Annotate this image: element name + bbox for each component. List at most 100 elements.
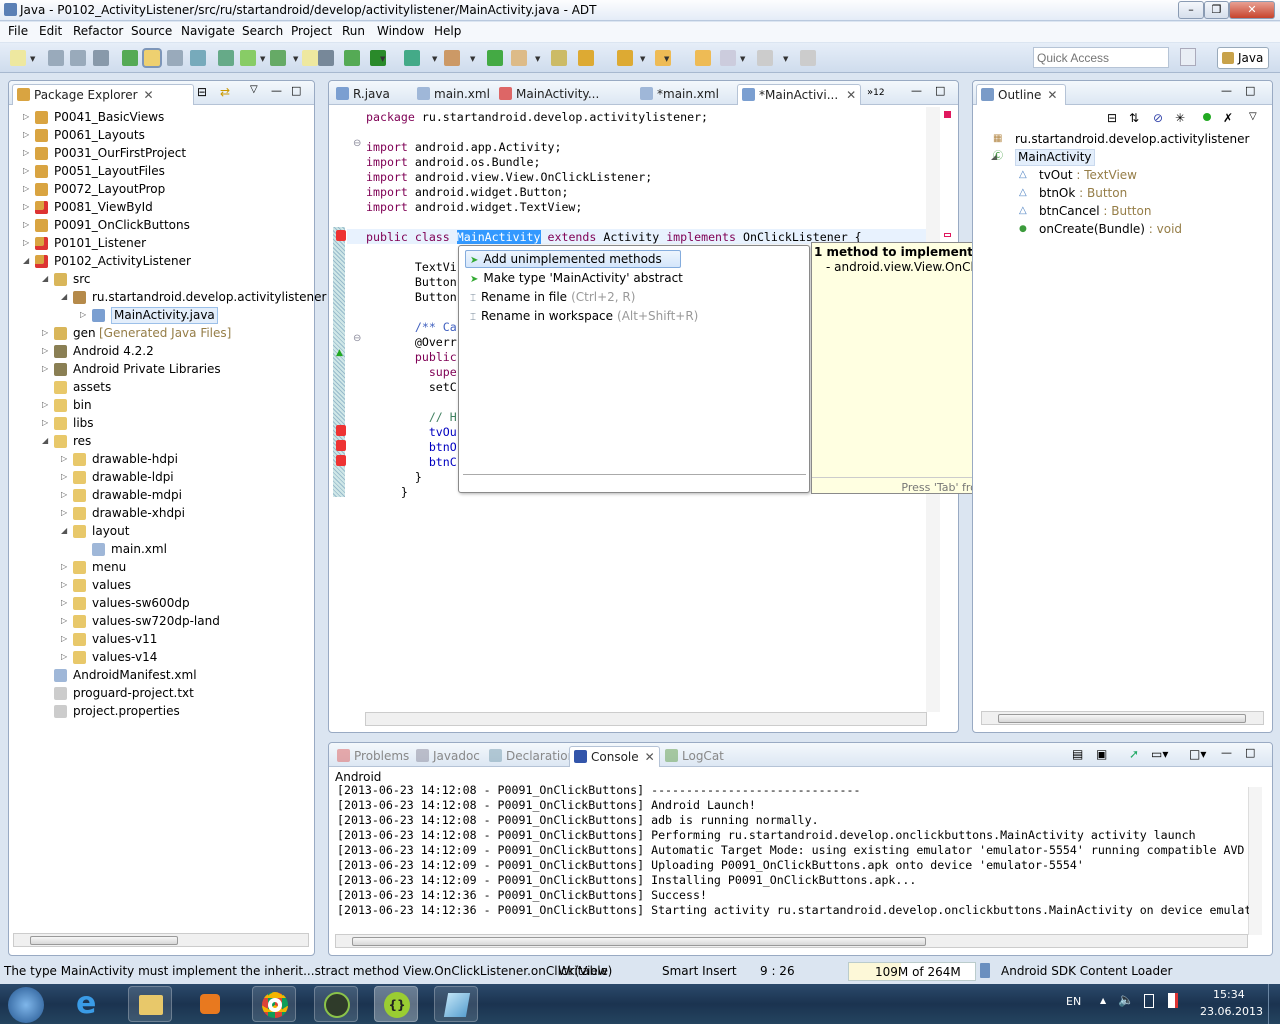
dropdown-arrow-icon[interactable]: ▼ <box>380 55 385 63</box>
menu-help[interactable]: Help <box>434 24 461 38</box>
clear-console-icon[interactable]: ▤ <box>1072 747 1083 761</box>
scroll-thumb[interactable] <box>30 936 178 945</box>
tab-overflow-button[interactable]: »12 <box>867 87 885 98</box>
menu-search[interactable]: Search <box>242 24 283 38</box>
menu-window[interactable]: Window <box>377 24 424 38</box>
open-perspective-button[interactable] <box>1180 48 1196 66</box>
hide-fields-icon[interactable]: ⊘ <box>1153 111 1163 125</box>
tree-item[interactable]: ▷ P0101_Listener <box>9 234 309 252</box>
collapsed-arrow-icon[interactable]: ▷ <box>61 612 67 630</box>
proposal-item[interactable]: ➤ Make type 'MainActivity' abstract <box>465 269 688 287</box>
tab-declaration[interactable]: Declaration <box>485 746 579 767</box>
sort-icon[interactable]: ⇅ <box>1129 111 1139 125</box>
toolbar-button-icon[interactable] <box>551 50 567 66</box>
maximize-view-icon[interactable]: □ <box>291 84 301 97</box>
collapsed-arrow-icon[interactable]: ▷ <box>23 162 29 180</box>
tree-item[interactable]: ▷ P0072_LayoutProp <box>9 180 309 198</box>
tree-item[interactable]: ▷ P0031_OurFirstProject <box>9 144 309 162</box>
network-icon[interactable] <box>1144 994 1154 1008</box>
menu-refactor[interactable]: Refactor <box>73 24 123 38</box>
tree-item[interactable]: ▷ values-v11 <box>9 630 309 648</box>
maximize-editor-icon[interactable]: □ <box>935 84 945 97</box>
package-explorer-hscrollbar[interactable] <box>13 933 309 947</box>
error-overview-marker[interactable] <box>944 111 951 118</box>
tree-item[interactable]: ▷ P0061_Layouts <box>9 126 309 144</box>
perspective-java-button[interactable]: Java <box>1217 47 1269 69</box>
collapsed-arrow-icon[interactable]: ▷ <box>61 558 67 576</box>
toolbar-button-icon[interactable] <box>318 50 334 66</box>
collapsed-arrow-icon[interactable]: ▷ <box>42 342 48 360</box>
dropdown-arrow-icon[interactable]: ▼ <box>640 55 645 63</box>
error-lightbulb-icon[interactable] <box>336 455 346 466</box>
tree-item[interactable]: ▷ P0091_OnClickButtons <box>9 216 309 234</box>
collapsed-arrow-icon[interactable]: ▷ <box>42 396 48 414</box>
collapsed-arrow-icon[interactable]: ▷ <box>61 450 67 468</box>
toolbar-button-icon[interactable] <box>444 50 460 66</box>
tree-item[interactable]: assets <box>9 378 309 396</box>
tree-item[interactable]: ▷ MainActivity.java <box>9 306 309 324</box>
collapsed-arrow-icon[interactable]: ▷ <box>42 414 48 432</box>
expanded-arrow-icon[interactable]: ◢ <box>42 270 48 288</box>
maximize-button[interactable]: ❐ <box>1204 1 1229 19</box>
tree-item[interactable]: ▷ Android 4.2.2 <box>9 342 309 360</box>
link-with-editor-icon[interactable]: ⇄ <box>220 85 230 99</box>
collapsed-arrow-icon[interactable]: ▷ <box>61 504 67 522</box>
tab-problems[interactable]: Problems <box>333 746 413 767</box>
menu-edit[interactable]: Edit <box>39 24 62 38</box>
outline-item[interactable]: △ btnOk : Button <box>973 184 1263 202</box>
collapse-all-icon[interactable]: ⊟ <box>197 85 207 99</box>
toolbar-button-icon[interactable] <box>800 50 816 66</box>
error-lightbulb-icon[interactable] <box>336 425 346 436</box>
toolbar-button-icon[interactable] <box>218 50 234 66</box>
toolbar-button-icon[interactable] <box>404 50 420 66</box>
fold-method-icon[interactable]: ⊖ <box>353 333 361 344</box>
language-indicator[interactable]: EN <box>1066 995 1081 1008</box>
collapsed-arrow-icon[interactable]: ▷ <box>61 630 67 648</box>
taskbar-internet-explorer[interactable]: e <box>68 986 112 1022</box>
tree-item[interactable]: ▷ drawable-mdpi <box>9 486 309 504</box>
minimize-editor-icon[interactable]: — <box>911 84 922 97</box>
taskbar-notepad[interactable] <box>434 986 478 1022</box>
outline-item[interactable]: △ btnCancel : Button <box>973 202 1263 220</box>
scroll-thumb[interactable] <box>352 937 926 946</box>
toolbar-button-icon[interactable] <box>720 50 736 66</box>
expanded-arrow-icon[interactable]: ◢ <box>23 252 29 270</box>
tree-item[interactable]: project.properties <box>9 702 309 720</box>
proposal-item[interactable]: ⌶ Rename in file (Ctrl+2, R) <box>465 288 640 306</box>
hide-static-icon[interactable]: ✳ <box>1175 111 1185 125</box>
expanded-arrow-icon[interactable]: ◢ <box>61 522 67 540</box>
minimize-view-icon[interactable]: — <box>271 84 282 97</box>
dropdown-arrow-icon[interactable]: ▼ <box>470 55 475 63</box>
toolbar-button-icon[interactable] <box>190 50 206 66</box>
outline-item[interactable]: ◢ Ⓒ MainActivity <box>973 148 1263 166</box>
tree-item[interactable]: ◢ layout <box>9 522 309 540</box>
close-icon[interactable]: ✕ <box>645 750 655 764</box>
tree-item[interactable]: ▷ values <box>9 576 309 594</box>
editor-hscrollbar[interactable] <box>365 712 927 726</box>
scroll-lock-icon[interactable]: ▣ <box>1096 747 1107 761</box>
hide-local-types-icon[interactable]: ✗ <box>1223 111 1233 125</box>
view-menu-icon[interactable]: ▽ <box>250 84 258 95</box>
collapsed-arrow-icon[interactable]: ▷ <box>61 576 67 594</box>
toolbar-button-icon[interactable] <box>70 50 86 66</box>
tree-item[interactable]: ◢ src <box>9 270 309 288</box>
tree-item[interactable]: AndroidManifest.xml <box>9 666 309 684</box>
collapsed-arrow-icon[interactable]: ▷ <box>61 648 67 666</box>
tree-item[interactable]: ◢ P0102_ActivityListener <box>9 252 309 270</box>
heap-status[interactable]: 109M of 264M <box>848 962 976 981</box>
tree-item[interactable]: ▷ drawable-ldpi <box>9 468 309 486</box>
collapse-all-icon[interactable]: ⊟ <box>1107 111 1117 125</box>
tab-logcat[interactable]: LogCat <box>661 746 728 767</box>
outline-item[interactable]: ● onCreate(Bundle) : void <box>973 220 1263 238</box>
collapsed-arrow-icon[interactable]: ▷ <box>61 486 67 504</box>
tree-item[interactable]: proguard-project.txt <box>9 684 309 702</box>
tree-item[interactable]: ▷ values-sw720dp-land <box>9 612 309 630</box>
pin-console-icon[interactable]: ➚ <box>1129 747 1139 761</box>
console-hscrollbar[interactable] <box>335 934 1248 948</box>
toolbar-button-icon[interactable] <box>617 50 633 66</box>
toolbar-button-icon[interactable] <box>167 50 183 66</box>
editor-tab[interactable]: *MainActivi... ✕ <box>737 84 862 105</box>
collapsed-arrow-icon[interactable]: ▷ <box>23 144 29 162</box>
dropdown-arrow-icon[interactable]: ▼ <box>783 55 788 63</box>
collapsed-arrow-icon[interactable]: ▷ <box>23 198 29 216</box>
